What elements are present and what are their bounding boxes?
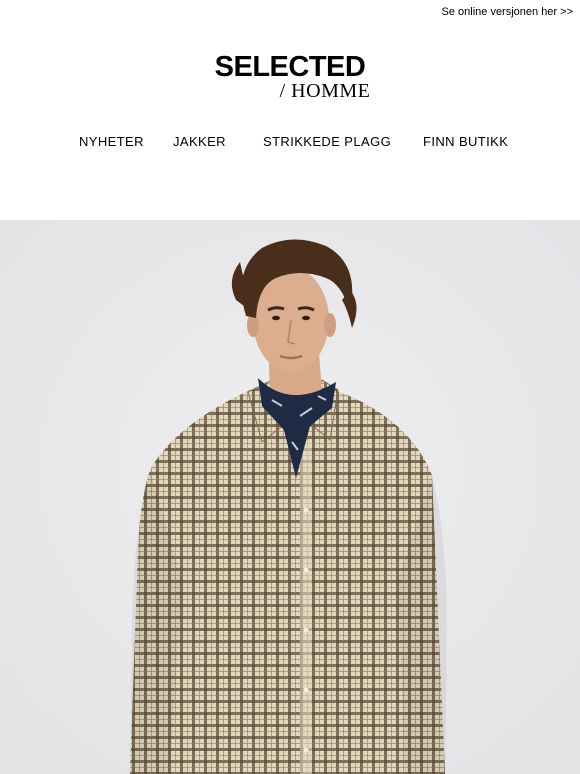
nav-item-strikkede-plagg[interactable]: STRIKKEDE PLAGG xyxy=(263,134,391,149)
nav-item-jakker[interactable]: JAKKER xyxy=(173,134,226,149)
main-navigation: NYHETER JAKKER STRIKKEDE PLAGG FINN BUTI… xyxy=(0,134,580,152)
nav-item-finn-butikk[interactable]: FINN BUTIKK xyxy=(423,134,508,149)
view-online-link[interactable]: Se online versjonen her >> xyxy=(442,6,573,18)
top-bar: Se online versjonen her >> xyxy=(0,0,580,24)
brand-logo[interactable]: SELECTED / HOMME xyxy=(0,52,580,101)
nav-item-nyheter[interactable]: NYHETER xyxy=(79,134,144,149)
hero-model-illustration xyxy=(0,220,580,774)
logo-wordmark: SELECTED xyxy=(214,51,366,83)
hero-image[interactable] xyxy=(0,220,580,774)
logo-subtitle: / HOMME xyxy=(279,80,371,102)
